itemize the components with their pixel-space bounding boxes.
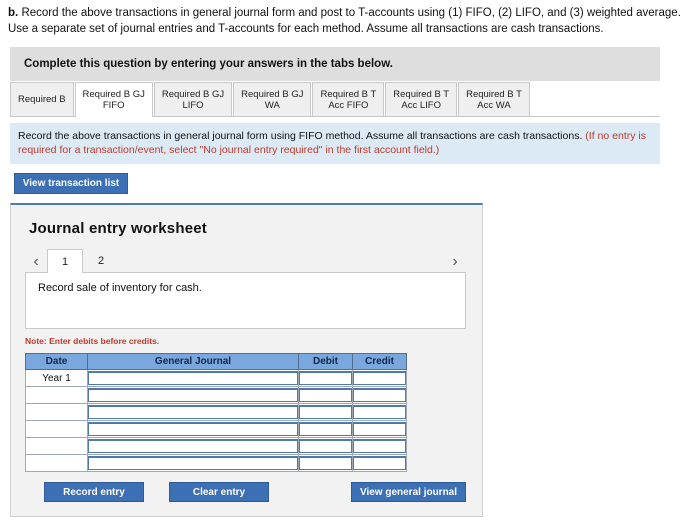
cell-credit-input[interactable] — [353, 388, 406, 402]
instruction-panel: Record the above transactions in general… — [10, 123, 660, 164]
worksheet-button-row: Record entry Clear entry View general jo… — [25, 482, 466, 504]
requirement-tabstrip: Required B Required B GJ FIFO Required B GJ… — [10, 81, 660, 117]
cell-credit-input-wrapper — [352, 386, 407, 404]
cell-credit-input-wrapper — [352, 454, 407, 472]
cell-credit-input-wrapper — [352, 420, 407, 438]
table-row — [25, 403, 407, 421]
cell-general-journal-input-wrapper — [87, 420, 299, 438]
cell-debit-input[interactable] — [299, 371, 352, 385]
worksheet-description-box: Record sale of inventory for cash. — [25, 272, 466, 329]
cell-debit-input[interactable] — [299, 422, 352, 436]
cell-general-journal-input[interactable] — [88, 422, 298, 436]
question-label: b. — [8, 7, 19, 19]
cell-general-journal-input-wrapper — [87, 454, 299, 472]
column-header-date: Date — [25, 353, 88, 370]
journal-entry-table: Date General Journal Debit Credit Year 1 — [25, 353, 407, 472]
worksheet-page-1[interactable]: 1 — [47, 249, 83, 273]
cell-general-journal-input-wrapper — [87, 386, 299, 404]
cell-debit-input[interactable] — [299, 388, 352, 402]
cell-date[interactable] — [25, 454, 88, 472]
tab-label-line1: Required B — [18, 94, 66, 105]
worksheet-title: Journal entry worksheet — [29, 220, 207, 237]
cell-credit-input-wrapper — [352, 403, 407, 421]
tab-label-line1: Required B T — [466, 88, 522, 100]
cell-debit-input-wrapper — [298, 369, 353, 387]
cell-general-journal-input-wrapper — [87, 369, 299, 387]
cell-general-journal-input-wrapper — [87, 437, 299, 455]
tab-label-line1: Required B GJ — [82, 89, 145, 100]
table-row: Year 1 — [25, 369, 407, 387]
cell-credit-input[interactable] — [353, 371, 406, 385]
record-entry-button[interactable]: Record entry — [44, 482, 144, 502]
worksheet-page-2[interactable]: 2 — [83, 249, 119, 272]
tab-required-b-t-acc-wa[interactable]: Required B T Acc WA — [458, 82, 530, 116]
cell-date[interactable] — [25, 386, 88, 404]
tab-required-b-t-acc-lifo[interactable]: Required B T Acc LIFO — [385, 82, 458, 116]
table-header-row: Date General Journal Debit Credit — [25, 353, 407, 370]
chevron-right-icon[interactable]: › — [444, 252, 466, 272]
cell-general-journal-input[interactable] — [88, 405, 298, 419]
tab-required-b-gj-fifo[interactable]: Required B GJ FIFO — [74, 82, 153, 117]
question-text: Record the above transactions in general… — [8, 7, 681, 35]
cell-general-journal-input[interactable] — [88, 456, 298, 470]
table-row — [25, 454, 407, 472]
cell-general-journal-input-wrapper — [87, 403, 299, 421]
cell-date[interactable]: Year 1 — [25, 369, 88, 387]
tab-label-line1: Required B GJ — [161, 88, 225, 100]
tab-required-b-t-acc-fifo[interactable]: Required B T Acc FIFO — [312, 82, 385, 116]
cell-credit-input[interactable] — [353, 439, 406, 453]
tab-label-line2: Acc LIFO — [401, 99, 441, 111]
column-header-debit: Debit — [298, 353, 353, 370]
cell-credit-input-wrapper — [352, 369, 407, 387]
complete-question-bar: Complete this question by entering your … — [10, 47, 660, 81]
cell-credit-input[interactable] — [353, 405, 406, 419]
question-prompt: b. Record the above transactions in gene… — [0, 0, 700, 37]
column-header-general-journal: General Journal — [87, 353, 299, 370]
cell-debit-input-wrapper — [298, 420, 353, 438]
tab-label-line1: Required B T — [320, 88, 377, 100]
tab-label-line2: Acc FIFO — [328, 99, 369, 111]
debits-before-credits-note: Note: Enter debits before credits. — [25, 336, 160, 346]
tab-label-line1: Required B T — [393, 88, 450, 100]
cell-debit-input[interactable] — [299, 439, 352, 453]
clear-entry-button[interactable]: Clear entry — [169, 482, 269, 502]
cell-debit-input-wrapper — [298, 386, 353, 404]
cell-debit-input-wrapper — [298, 403, 353, 421]
cell-general-journal-input[interactable] — [88, 371, 298, 385]
cell-credit-input[interactable] — [353, 422, 406, 436]
cell-credit-input[interactable] — [353, 456, 406, 470]
cell-debit-input[interactable] — [299, 405, 352, 419]
worksheet-description-text: Record sale of inventory for cash. — [38, 282, 202, 294]
tab-label-line1: Required B GJ — [241, 88, 304, 100]
cell-debit-input-wrapper — [298, 437, 353, 455]
tab-required-b[interactable]: Required B — [10, 82, 74, 116]
cell-general-journal-input[interactable] — [88, 388, 298, 402]
tab-label-line2: FIFO — [102, 100, 125, 111]
worksheet-pager: ‹ 12 › — [25, 249, 466, 273]
tab-required-b-gj-wa[interactable]: Required B GJ WA — [233, 82, 312, 116]
cell-date[interactable] — [25, 437, 88, 455]
column-header-credit: Credit — [352, 353, 407, 370]
cell-debit-input-wrapper — [298, 454, 353, 472]
tab-required-b-gj-lifo[interactable]: Required B GJ LIFO — [153, 82, 233, 116]
cell-general-journal-input[interactable] — [88, 439, 298, 453]
cell-credit-input-wrapper — [352, 437, 407, 455]
instruction-main-text: Record the above transactions in general… — [18, 130, 583, 142]
table-row — [25, 386, 407, 404]
table-row — [25, 437, 407, 455]
journal-entry-worksheet-panel: Journal entry worksheet ‹ 12 › Record sa… — [10, 203, 483, 517]
cell-debit-input[interactable] — [299, 456, 352, 470]
tab-label-line2: WA — [264, 99, 280, 111]
tab-label-line2: Acc WA — [477, 99, 511, 111]
tab-label-line2: LIFO — [182, 99, 204, 111]
view-general-journal-button[interactable]: View general journal — [351, 482, 466, 502]
view-transaction-list-button[interactable]: View transaction list — [14, 173, 128, 194]
complete-question-text: Complete this question by entering your … — [24, 58, 393, 70]
table-row — [25, 420, 407, 438]
chevron-left-icon[interactable]: ‹ — [25, 252, 47, 272]
cell-date[interactable] — [25, 420, 88, 438]
cell-date[interactable] — [25, 403, 88, 421]
